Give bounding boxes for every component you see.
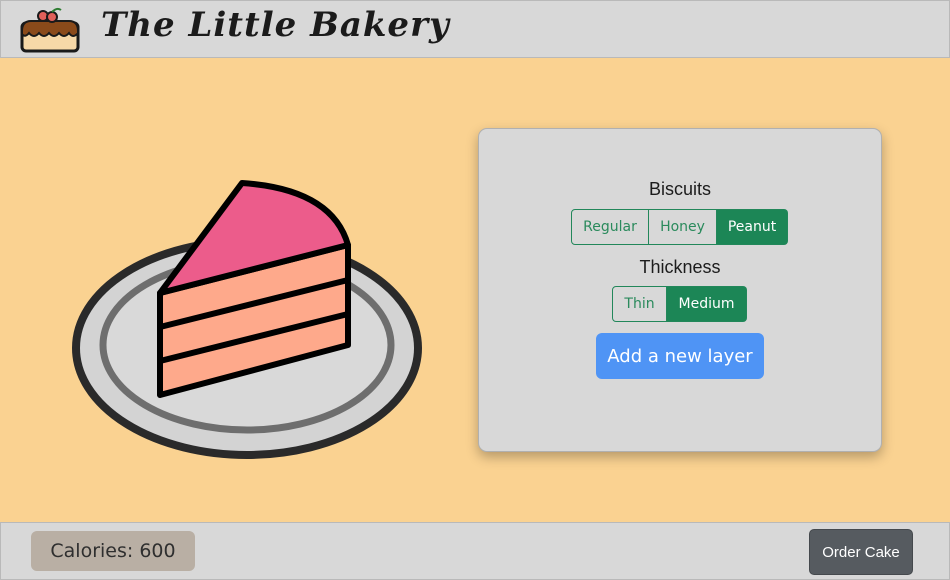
- cake-slice-on-plate-icon: [72, 180, 422, 459]
- biscuit-option-regular[interactable]: Regular: [571, 209, 649, 245]
- footer-bar: Calories: 600 Order Cake: [0, 522, 950, 580]
- cake-options-panel: Biscuits Regular Honey Peanut Thickness …: [478, 128, 882, 452]
- cake-icon: [20, 7, 80, 53]
- thickness-button-group: Thin Medium: [612, 286, 747, 322]
- add-layer-button[interactable]: Add a new layer: [596, 333, 764, 379]
- biscuits-label: Biscuits: [648, 179, 711, 199]
- brand-title: The Little Bakery: [101, 5, 450, 45]
- biscuit-option-peanut[interactable]: Peanut: [717, 209, 788, 245]
- order-cake-button[interactable]: Order Cake: [809, 529, 913, 575]
- header-bar: The Little Bakery: [0, 0, 950, 58]
- biscuit-option-honey[interactable]: Honey: [649, 209, 717, 245]
- thickness-label: Thickness: [639, 257, 721, 277]
- thickness-option-medium[interactable]: Medium: [667, 286, 747, 322]
- calories-badge: Calories: 600: [31, 531, 195, 571]
- thickness-option-thin[interactable]: Thin: [612, 286, 667, 322]
- biscuits-button-group: Regular Honey Peanut: [571, 209, 788, 245]
